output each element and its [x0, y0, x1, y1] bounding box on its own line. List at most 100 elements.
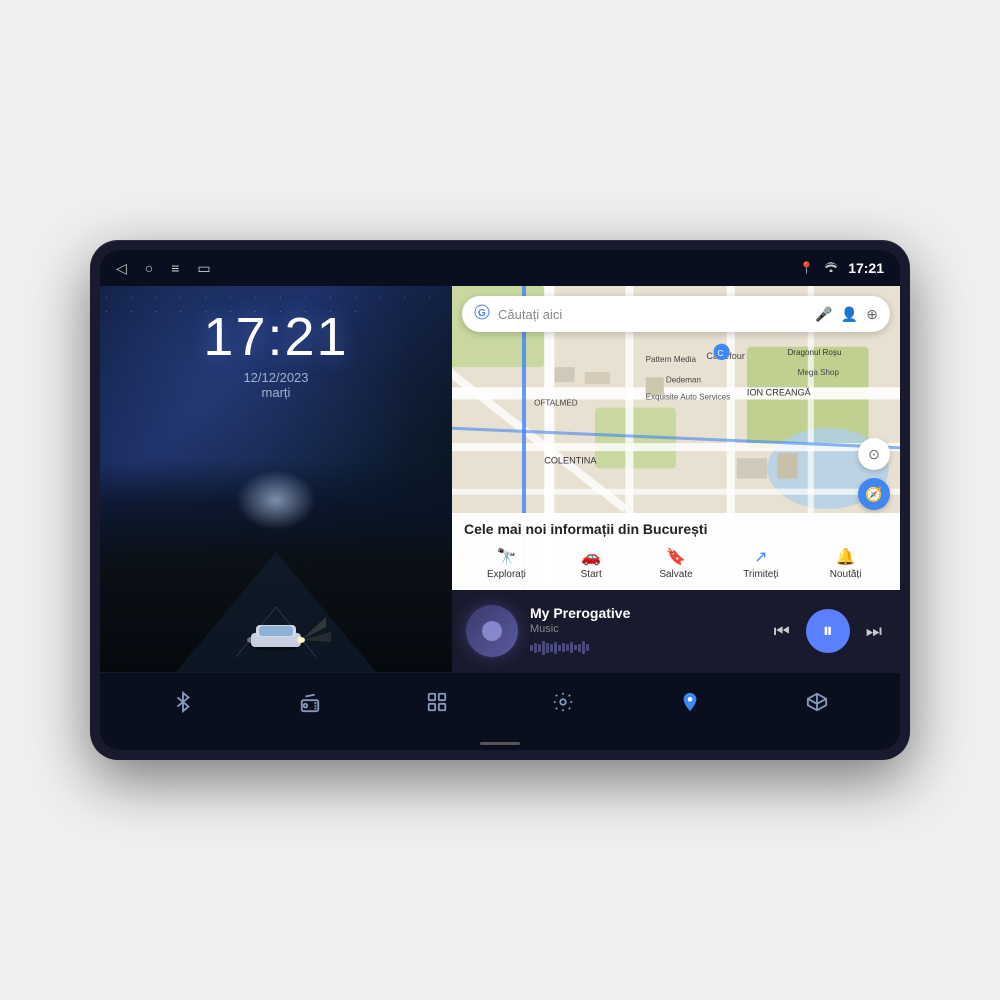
music-controls: ⏮ ⏸ ⏭: [770, 609, 886, 653]
prev-button[interactable]: ⏮: [770, 617, 794, 646]
google-maps-icon: G: [474, 304, 490, 325]
svg-text:Dedeman: Dedeman: [666, 375, 701, 384]
nav-3d[interactable]: [798, 687, 836, 723]
music-player: My Prerogative Music: [452, 590, 900, 672]
news-icon: 🔔: [836, 547, 856, 567]
start-icon: 🚗: [581, 547, 601, 567]
waveform-bar-9: [562, 643, 565, 652]
next-button[interactable]: ⏭: [862, 617, 886, 646]
bluetooth-icon: [172, 691, 194, 719]
menu-icon[interactable]: ≡: [171, 260, 179, 276]
music-waveform: [530, 638, 758, 658]
waveform-bar-15: [586, 644, 589, 651]
status-bar: ◁ ○ ≡ ▭ 📍 17:21: [100, 250, 900, 286]
bottom-nav: [100, 672, 900, 736]
recents-icon[interactable]: ▭: [197, 260, 210, 277]
svg-text:OFTALMED: OFTALMED: [534, 399, 578, 408]
crosshair-icon: ⊙: [868, 446, 880, 463]
right-panel: Pattern Media Carrefour Dragonul Roșu De…: [452, 286, 900, 672]
nav-settings[interactable]: [544, 687, 582, 723]
explore-label: Explorați: [487, 569, 526, 580]
map-tab-news[interactable]: 🔔 Noutăți: [803, 543, 888, 584]
waveform-bar-11: [570, 642, 573, 653]
news-label: Noutăți: [830, 569, 862, 580]
nav-radio[interactable]: [291, 687, 329, 723]
waveform-bar-2: [534, 643, 537, 653]
waveform-bar-3: [538, 644, 541, 652]
status-time: 17:21: [848, 260, 884, 276]
cube-3d-icon: [806, 691, 828, 719]
map-search-placeholder: Căutați aici: [498, 307, 815, 322]
left-panel: 17:21 12/12/2023 marți: [100, 286, 452, 672]
music-subtitle: Music: [530, 623, 758, 635]
map-tab-share[interactable]: ↗ Trimiteți: [718, 543, 803, 584]
settings-gear-icon: [552, 691, 574, 719]
saved-icon: 🔖: [666, 547, 686, 567]
waveform-bar-1: [530, 645, 533, 651]
device-frame: ◁ ○ ≡ ▭ 📍 17:21: [90, 240, 910, 760]
nav-bluetooth[interactable]: [164, 687, 202, 723]
svg-text:Mega Shop: Mega Shop: [798, 368, 840, 377]
locate-button[interactable]: ⊙: [858, 438, 890, 470]
main-content: 17:21 12/12/2023 marți: [100, 286, 900, 672]
location-status-icon: 📍: [799, 261, 814, 275]
wifi-status-icon: [824, 261, 838, 275]
car-road: [100, 460, 452, 672]
clock-time: 17:21: [203, 310, 348, 364]
device-screen: ◁ ○ ≡ ▭ 📍 17:21: [100, 250, 900, 750]
status-indicators: 📍 17:21: [799, 260, 884, 276]
waveform-bar-10: [566, 644, 569, 651]
svg-text:COLENTINA: COLENTINA: [544, 455, 597, 465]
car-image-section: [100, 460, 452, 672]
mic-icon[interactable]: 🎤: [815, 306, 832, 323]
layers-icon[interactable]: ⊕: [866, 306, 878, 323]
back-icon[interactable]: ◁: [116, 260, 127, 277]
map-tab-saved[interactable]: 🔖 Salvate: [634, 543, 719, 584]
apps-grid-icon: [426, 691, 448, 719]
day-value: marți: [262, 385, 291, 400]
svg-text:G: G: [478, 308, 486, 319]
navigate-button[interactable]: 🧭: [858, 478, 890, 510]
map-section[interactable]: Pattern Media Carrefour Dragonul Roșu De…: [452, 286, 900, 590]
waveform-bar-6: [550, 644, 553, 652]
svg-text:ION CREANGĂ: ION CREANGĂ: [747, 387, 812, 397]
waveform-bar-5: [546, 643, 549, 653]
home-indicator[interactable]: [480, 742, 520, 745]
radio-icon: [299, 691, 321, 719]
svg-text:C: C: [718, 349, 724, 358]
home-indicator-bar: [100, 736, 900, 750]
home-icon[interactable]: ○: [145, 260, 153, 276]
waveform-bar-8: [558, 645, 561, 651]
waveform-bar-13: [578, 644, 581, 652]
map-tab-explore[interactable]: 🔭 Explorați: [464, 543, 549, 584]
map-search-bar[interactable]: G Căutați aici 🎤 👤 ⊕: [462, 296, 890, 332]
explore-icon: 🔭: [496, 547, 516, 567]
svg-text:Pattern Media: Pattern Media: [646, 355, 697, 364]
maps-pin-icon: [679, 691, 701, 719]
account-icon[interactable]: 👤: [841, 306, 858, 323]
music-info: My Prerogative Music: [530, 605, 758, 658]
svg-text:Exquisite Auto Services: Exquisite Auto Services: [646, 392, 731, 401]
map-info-overlay: Cele mai noi informații din București 🔭 …: [452, 513, 900, 590]
music-artwork-inner: [482, 621, 502, 641]
clock-date: 12/12/2023 marți: [203, 370, 348, 400]
car-illustration: [216, 607, 336, 657]
play-pause-button[interactable]: ⏸: [806, 609, 850, 653]
waveform-bar-7: [554, 642, 557, 654]
map-search-actions: 🎤 👤 ⊕: [815, 306, 878, 323]
nav-apps[interactable]: [418, 687, 456, 723]
share-label: Trimiteți: [743, 569, 778, 580]
clock-section: 17:21 12/12/2023 marți: [203, 286, 348, 400]
map-nav-tabs: 🔭 Explorați 🚗 Start 🔖 Salvate: [464, 543, 888, 584]
map-tab-start[interactable]: 🚗 Start: [549, 543, 634, 584]
nav-buttons: ◁ ○ ≡ ▭: [116, 260, 211, 277]
navigate-icon: 🧭: [865, 486, 882, 503]
nav-maps[interactable]: [671, 687, 709, 723]
date-value: 12/12/2023: [243, 370, 308, 385]
waveform-bar-12: [574, 645, 577, 650]
music-title: My Prerogative: [530, 605, 758, 621]
saved-label: Salvate: [659, 569, 692, 580]
share-icon: ↗: [754, 547, 767, 567]
svg-text:Dragonul Roșu: Dragonul Roșu: [787, 348, 841, 357]
start-label: Start: [581, 569, 602, 580]
